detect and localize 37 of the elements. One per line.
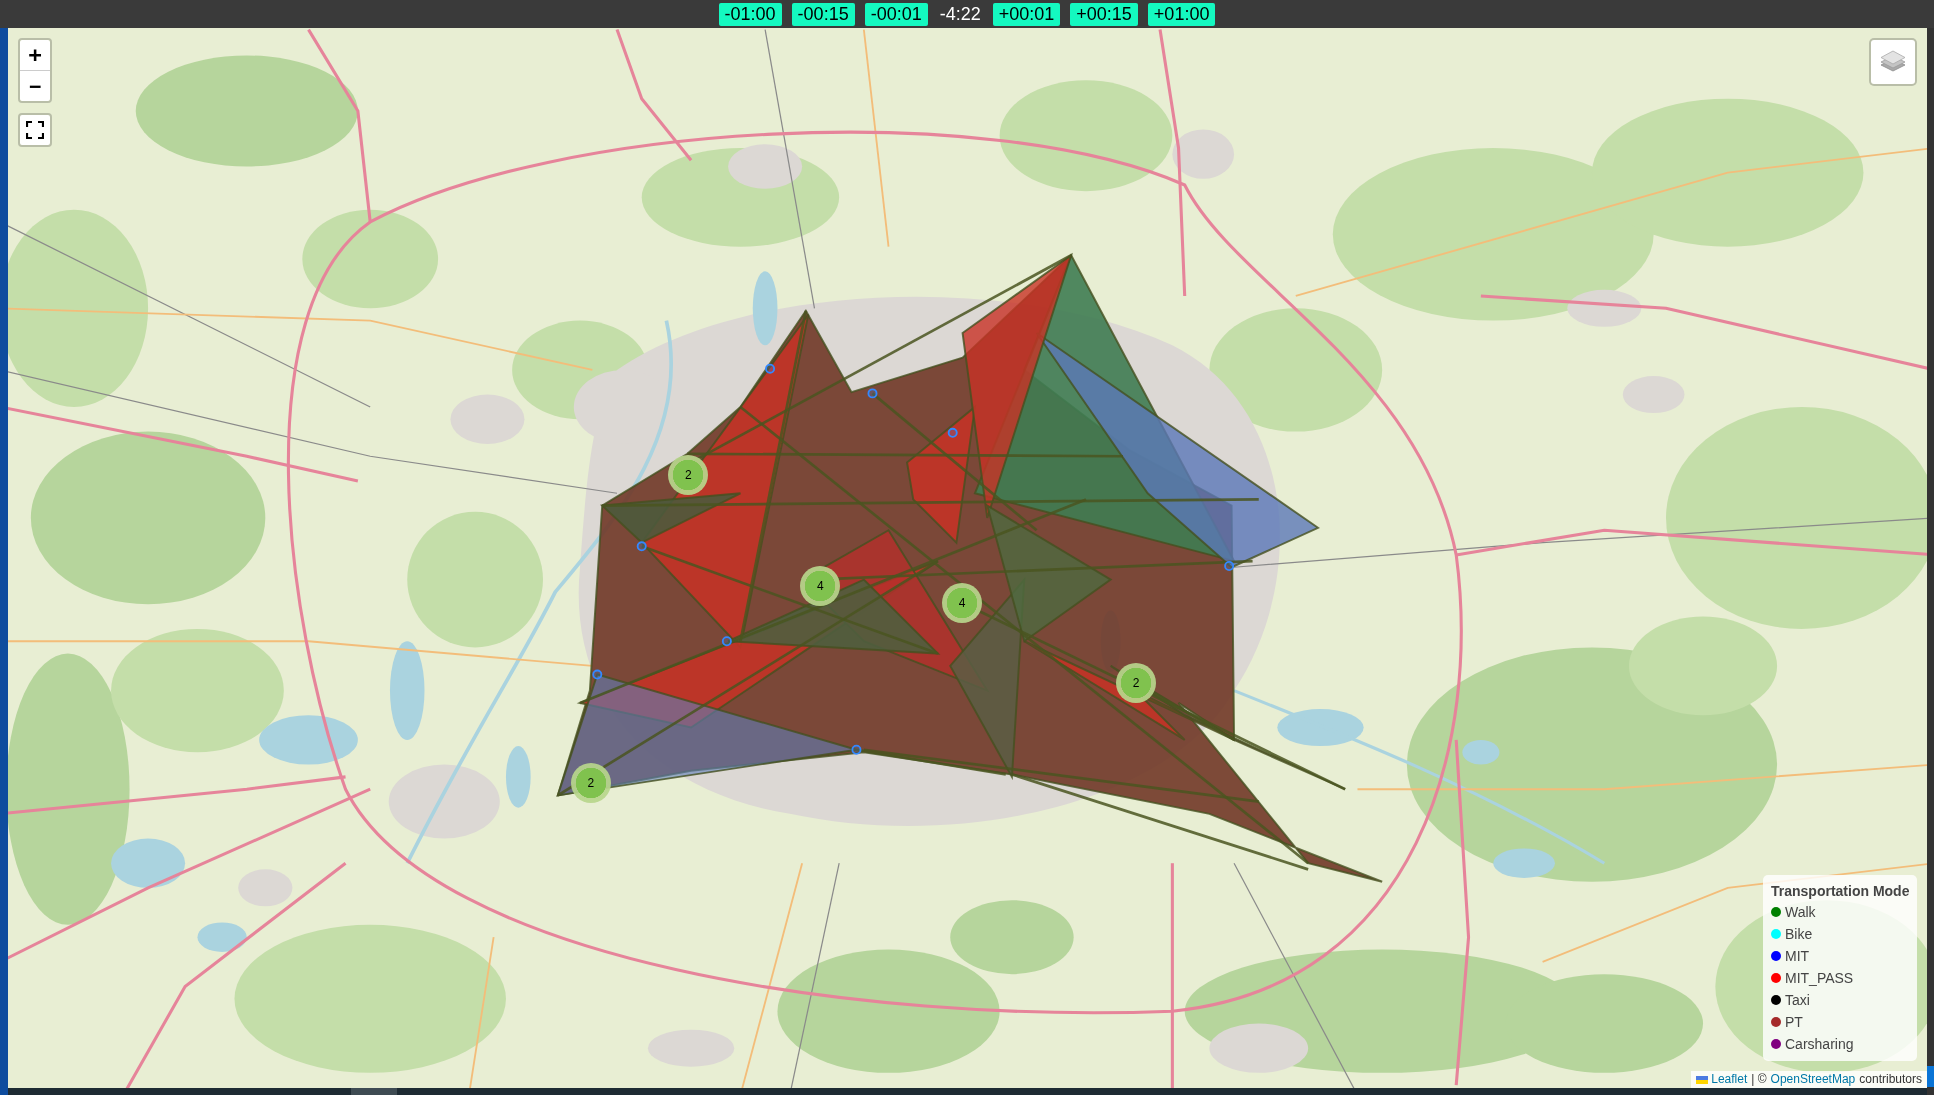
legend-label: Walk <box>1785 903 1816 921</box>
attribution-link[interactable]: OpenStreetMap <box>1770 1071 1856 1088</box>
time-step-button[interactable]: -00:15 <box>791 2 855 26</box>
legend-label: Carsharing <box>1785 1035 1854 1053</box>
time-step-button[interactable]: +00:15 <box>1070 2 1138 26</box>
leaflet-link[interactable]: Leaflet <box>1696 1071 1748 1088</box>
current-time-offset: -4:22 <box>938 2 982 26</box>
time-step-button[interactable]: -00:01 <box>864 2 928 26</box>
circle-marker-icon[interactable] <box>1224 561 1235 571</box>
circle-marker-icon[interactable] <box>636 541 647 552</box>
circle-marker-icon[interactable] <box>851 744 862 755</box>
scrollbar-thumb[interactable] <box>351 1088 397 1095</box>
attribution-text: | © <box>1751 1071 1767 1088</box>
map-view[interactable]: 2 4 4 2 2 + − Transportation Mode Walk Bike MIT MIT_PASS Taxi PT Carsharing Leaflet | © OpenStreetMap contributors <box>8 28 1927 1088</box>
circle-marker-icon[interactable] <box>592 669 603 680</box>
legend-label: Taxi <box>1785 991 1810 1009</box>
legend-label: MIT_PASS <box>1785 969 1854 987</box>
fullscreen-icon <box>26 121 44 139</box>
legend-label: MIT <box>1785 947 1810 965</box>
legend-label: PT <box>1785 1013 1803 1031</box>
zoom-out-button[interactable]: − <box>20 71 50 101</box>
circle-marker-icon[interactable] <box>947 427 958 438</box>
circle-marker-icon[interactable] <box>721 636 732 647</box>
circle-marker-icon[interactable] <box>765 363 776 374</box>
circle-marker-icon[interactable] <box>867 388 878 399</box>
time-step-button[interactable]: +00:01 <box>992 2 1061 26</box>
layers-icon <box>1880 50 1906 74</box>
scrollbar-thumb[interactable] <box>1927 1066 1934 1087</box>
layers-button[interactable] <box>1869 38 1917 86</box>
legend-label: Bike <box>1785 925 1813 943</box>
zoom-in-button[interactable]: + <box>20 40 50 71</box>
time-step-button[interactable]: +01:00 <box>1147 2 1216 26</box>
legend-title: Transportation Mode <box>1771 882 1909 901</box>
fullscreen-button[interactable] <box>18 113 52 147</box>
time-step-button[interactable]: -01:00 <box>718 2 782 26</box>
flag-icon <box>1696 1075 1709 1084</box>
attribution-text: contributors <box>1859 1071 1922 1088</box>
